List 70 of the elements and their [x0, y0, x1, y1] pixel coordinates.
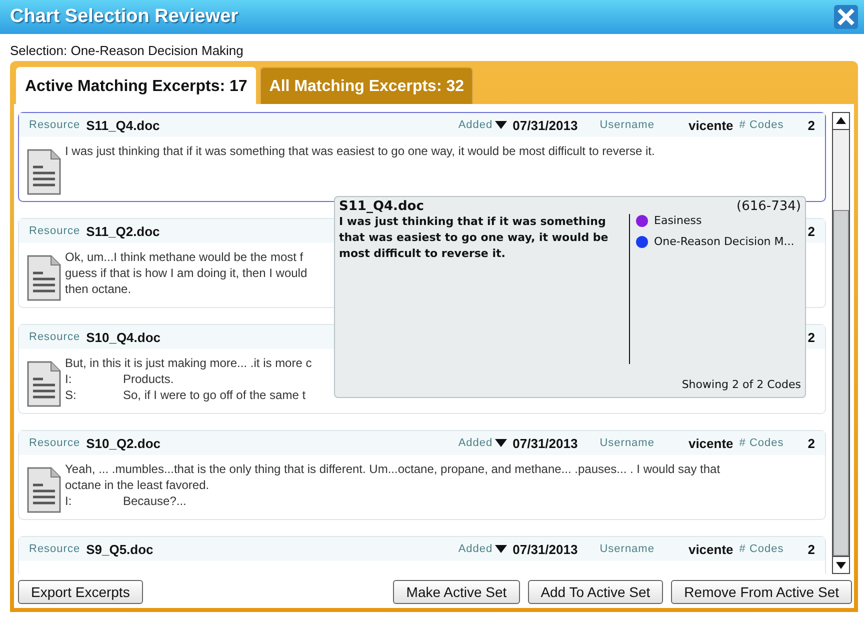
username-value: vicente: [688, 436, 734, 450]
scroll-thumb[interactable]: [833, 210, 849, 556]
resource-label: Resource: [29, 119, 80, 131]
code-name: Easiness: [654, 214, 702, 227]
excerpt-text: Because?...: [123, 494, 186, 508]
tooltip-resource: S11_Q4.doc: [339, 199, 424, 214]
date-value: 07/31/2013: [512, 436, 578, 450]
scroll-up-icon[interactable]: [832, 112, 850, 130]
sort-down-icon[interactable]: [494, 545, 507, 553]
resource-name: S11_Q2.doc: [86, 224, 160, 238]
codes-count: 2: [808, 542, 815, 556]
speaker-label: I:: [65, 493, 73, 509]
document-icon: [27, 361, 61, 407]
excerpt-text: Yeah, ... .mumbles...that is the only thing that is different. Um...octane, propane, and methane... .pauses... . I would say that: [65, 462, 720, 476]
excerpt-card[interactable]: Resource S9_Q5.doc Added 07/31/2013 Username vicente # Codes 2: [18, 536, 826, 574]
excerpt-text: Ok, um...I think methane would be the most f: [65, 250, 304, 264]
resource-label: Resource: [29, 543, 80, 555]
tooltip-excerpt-text: I was just thinking that if it was something that was easiest to go one way, it would be most difficult to reverse it.: [339, 214, 630, 364]
codes-count: 2: [808, 436, 815, 450]
action-button[interactable]: Add To Active Set: [528, 580, 664, 604]
document-icon: [27, 255, 61, 301]
action-button[interactable]: Remove From Active Set: [671, 580, 852, 604]
resource-name: S10_Q4.doc: [86, 330, 161, 344]
codes-count: 2: [808, 330, 815, 344]
username-value: vicente: [688, 118, 734, 132]
codes-label: # Codes: [739, 437, 784, 449]
close-icon[interactable]: [834, 5, 858, 29]
codes-label: # Codes: [739, 119, 784, 131]
tooltip-range: (616-734): [736, 199, 801, 214]
export-button[interactable]: Export Excerpts: [18, 580, 143, 604]
excerpt-card[interactable]: [18, 430, 826, 520]
resource-label: Resource: [29, 437, 80, 449]
date-value: 07/31/2013: [512, 542, 578, 556]
resource-name: S10_Q2.doc: [86, 436, 161, 450]
added-label[interactable]: Added: [458, 119, 493, 131]
document-icon: [27, 149, 61, 195]
excerpt-text: But, in this it is just making more... .it is more c: [65, 356, 312, 370]
selection-label: Selection: One-Reason Decision Making: [9, 42, 244, 60]
excerpt-text: then octane.: [65, 282, 132, 296]
added-label[interactable]: Added: [458, 437, 493, 449]
action-button[interactable]: Make Active Set: [393, 580, 520, 604]
tab[interactable]: Active Matching Excerpts: 17: [16, 67, 256, 104]
sort-down-icon[interactable]: [494, 439, 507, 447]
scroll-down-icon[interactable]: [832, 556, 850, 574]
resource-label: Resource: [29, 225, 80, 237]
excerpt-text: guess if that is how I am doing it, then I would: [65, 266, 308, 280]
speaker-label: I:: [65, 371, 73, 387]
resource-name: S11_Q4.doc: [86, 118, 160, 132]
username-value: vicente: [688, 542, 734, 556]
tooltip-footer: Showing 2 of 2 Codes: [682, 378, 801, 391]
excerpt-text: octane in the least favored.: [65, 478, 210, 492]
excerpt-text: I was just thinking that if it was something that was easiest to go one way, it would be most difficult to reverse it.: [65, 144, 655, 158]
username-label: Username: [600, 437, 654, 449]
username-label: Username: [600, 543, 654, 555]
code-name: One-Reason Decision M...: [654, 235, 794, 248]
sort-down-icon[interactable]: [494, 121, 507, 129]
excerpt-text: Products.: [123, 372, 174, 386]
resource-label: Resource: [29, 331, 80, 343]
date-value: 07/31/2013: [512, 118, 578, 132]
codes-count: 2: [808, 224, 815, 238]
speaker-label: S:: [65, 387, 78, 403]
codes-count: 2: [808, 118, 815, 132]
added-label[interactable]: Added: [458, 543, 493, 555]
codes-label: # Codes: [739, 543, 784, 555]
window-title: Chart Selection Reviewer: [10, 6, 240, 28]
scrollbar[interactable]: [832, 112, 850, 574]
document-icon: [27, 467, 61, 513]
resource-name: S9_Q5.doc: [86, 542, 154, 556]
excerpt-text: So, if I were to go off of the same t: [123, 388, 306, 402]
username-label: Username: [600, 119, 654, 131]
